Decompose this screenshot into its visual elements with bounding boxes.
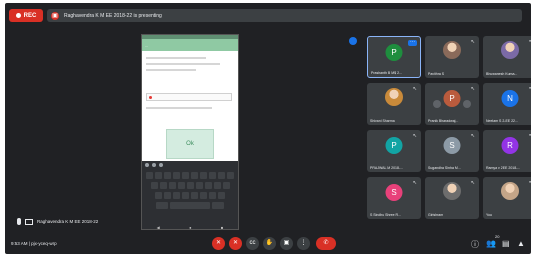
participant-name: You — [486, 213, 492, 217]
pin-icon[interactable]: ↖ — [529, 133, 531, 139]
location-pin-icon — [149, 96, 152, 99]
people-count-badge: 20 — [495, 234, 500, 239]
participant-tile[interactable]: ↖ Shivani Sharma — [367, 83, 421, 125]
participant-tile[interactable]: ↖ Girishram — [425, 177, 479, 219]
mic-toggle-button[interactable]: ✕ — [212, 237, 225, 250]
captions-button[interactable]: cc — [246, 237, 259, 250]
participant-tile[interactable]: ↖ Pavithra S — [425, 36, 479, 78]
participant-tile[interactable]: P ↖ Pranik Bharadwaj... — [425, 83, 479, 125]
presenter-label: Raghavendra K M EE 2018-22 — [17, 218, 98, 225]
recents-icon: ■ — [220, 225, 224, 230]
pin-screen-icon[interactable] — [349, 37, 357, 45]
participant-avatar: P — [443, 90, 461, 107]
pin-icon[interactable]: ↖ — [413, 133, 417, 139]
activities-icon[interactable]: ▲ — [517, 239, 525, 248]
participant-photo — [501, 182, 519, 200]
presenting-text: Raghavendra K M EE 2018-22 is presenting — [64, 12, 162, 19]
pin-icon[interactable]: ↖ — [529, 86, 531, 92]
emoji-icon — [145, 163, 149, 167]
mini-avatar — [463, 100, 471, 108]
participant-avatar: N — [501, 90, 519, 107]
presenter-name: Raghavendra K M EE 2018-22 — [37, 219, 99, 224]
present-button[interactable]: ▣ — [280, 237, 293, 250]
text-line — [146, 69, 196, 71]
chat-icon[interactable]: ▤ — [502, 239, 510, 248]
text-line — [146, 63, 220, 65]
pin-icon[interactable]: ↖ — [471, 133, 475, 139]
gif-icon — [152, 163, 156, 167]
text-line — [146, 57, 206, 59]
card-label: Ok — [186, 141, 194, 147]
participant-photo — [443, 41, 461, 59]
phone-card: Ok — [166, 129, 214, 159]
participant-tile[interactable]: S ↖ S Sindhu Shree R... — [367, 177, 421, 219]
participant-name: Pavithra S — [428, 72, 445, 76]
participant-name: Sugandha Sinha M... — [428, 166, 461, 170]
pin-icon[interactable]: ↖ — [413, 180, 417, 186]
keyboard-row — [142, 192, 238, 199]
info-icon[interactable]: ⓘ — [471, 239, 479, 250]
pin-icon[interactable]: ↖ — [529, 39, 531, 45]
phone-content: Ok — [142, 51, 238, 161]
phone-keyboard: ◀ ● ■ — [142, 161, 238, 230]
participant-name: Bhuwanesh Kuma... — [486, 72, 518, 76]
pin-icon[interactable]: ↖ — [413, 86, 417, 92]
recording-indicator: REC — [9, 9, 43, 22]
keyboard-suggestions — [142, 161, 238, 169]
mini-avatar — [433, 100, 441, 108]
tile-more-options-button[interactable]: ··· — [408, 40, 417, 46]
back-icon: ◀ — [156, 225, 160, 230]
participant-avatar: R — [501, 137, 519, 154]
participant-name: Neelam S 2-EE 22... — [486, 119, 518, 123]
home-icon: ● — [189, 225, 192, 230]
participant-tile[interactable]: ↖ You — [483, 177, 531, 219]
pin-icon[interactable]: ↖ — [529, 180, 531, 186]
participant-name: Shivani Sharma — [370, 119, 395, 123]
keyboard-row — [142, 182, 238, 189]
participant-photo — [385, 88, 403, 106]
participant-tile[interactable]: P ··· Prashanth B M$ 2... — [367, 36, 421, 78]
phone-input-field — [146, 93, 232, 101]
keyboard-row — [142, 202, 238, 209]
participant-avatar: S — [385, 184, 403, 201]
pin-icon[interactable]: ↖ — [471, 39, 475, 45]
text-line — [146, 107, 212, 109]
participant-name: Girishram — [428, 213, 444, 217]
record-dot-icon — [15, 13, 21, 18]
end-call-button[interactable]: ✆ — [316, 237, 336, 250]
pin-icon[interactable]: ↖ — [471, 180, 475, 186]
meet-window: REC ▣ Raghavendra K M EE 2018-22 is pres… — [5, 3, 531, 254]
participant-name: Ramya v 2EE 2018-... — [486, 166, 521, 170]
present-screen-icon: ▣ — [51, 11, 59, 20]
participant-tile[interactable]: P ↖ PRAJWAL M 2018-... — [367, 130, 421, 172]
more-options-button[interactable]: ⋮ — [297, 237, 310, 250]
participant-avatar: S — [443, 137, 461, 154]
people-icon[interactable]: 👥 — [486, 239, 496, 248]
participant-name: S Sindhu Shree R... — [370, 213, 401, 217]
phone-nav-bar: ◀ ● ■ — [142, 225, 238, 230]
screen-share-icon — [25, 218, 33, 225]
phone-app-bar: ... — [142, 39, 238, 51]
meeting-info: 9:53 AM | pjx-yceq-wrp — [11, 241, 57, 246]
participant-name: Prashanth B M$ 2... — [371, 71, 402, 75]
shared-screen: ... Ok ◀ ● ■ — [141, 34, 239, 230]
participant-avatar: P — [385, 137, 403, 154]
participant-avatar: P — [385, 44, 403, 61]
keyboard-row — [142, 172, 238, 179]
participant-name: Pranik Bharadwaj... — [428, 119, 459, 123]
presenting-banner: ▣ Raghavendra K M EE 2018-22 is presenti… — [47, 9, 522, 22]
raise-hand-button[interactable]: ✋ — [263, 237, 276, 250]
participant-tile[interactable]: S ↖ Sugandha Sinha M... — [425, 130, 479, 172]
participant-tile[interactable]: R ↖ Ramya v 2EE 2018-... — [483, 130, 531, 172]
participant-name: PRAJWAL M 2018-... — [370, 166, 404, 170]
participant-tile[interactable]: N ↖ Neelam S 2-EE 22... — [483, 83, 531, 125]
participant-photo — [443, 182, 461, 200]
camera-toggle-button[interactable]: ✕ — [229, 237, 242, 250]
settings-icon — [159, 163, 163, 167]
recording-label: REC — [23, 12, 37, 19]
pin-icon[interactable]: ↖ — [471, 86, 475, 92]
participant-tile[interactable]: ↖ Bhuwanesh Kuma... — [483, 36, 531, 78]
participant-photo — [501, 41, 519, 59]
mic-icon — [17, 218, 21, 225]
